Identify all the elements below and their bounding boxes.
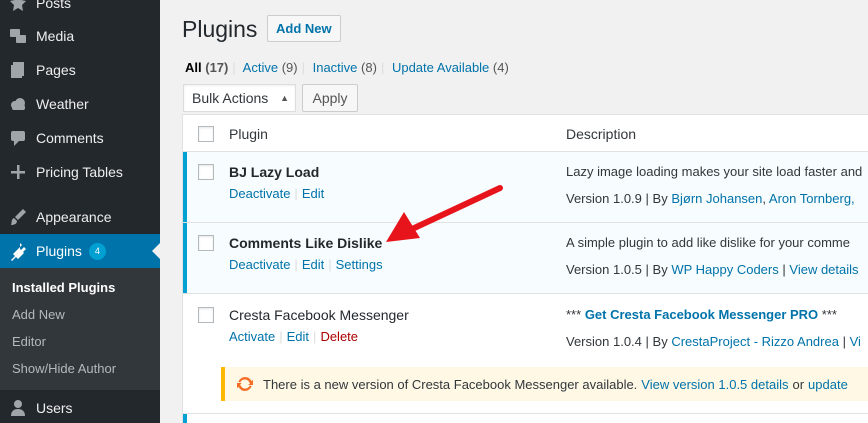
pin-icon: [0, 0, 36, 13]
filter-inactive[interactable]: Inactive (8): [313, 60, 377, 75]
activate-link[interactable]: Activate: [229, 329, 275, 344]
settings-link[interactable]: Settings: [336, 257, 383, 272]
sidebar-item-plugins[interactable]: Plugins 4: [0, 234, 160, 268]
user-icon: [0, 398, 36, 418]
get-pro-link[interactable]: Get Cresta Facebook Messenger PRO: [585, 307, 818, 322]
filter-all[interactable]: All (17): [185, 60, 228, 75]
plugin-meta: Version 1.0.5 | By WP Happy Coders | Vie…: [566, 262, 859, 277]
media-icon: [0, 26, 36, 46]
sidebar-item-weather[interactable]: Weather: [0, 87, 160, 121]
sidebar-item-pricing-tables[interactable]: Pricing Tables: [0, 155, 160, 189]
submenu-installed-plugins[interactable]: Installed Plugins: [12, 280, 115, 295]
author-link[interactable]: Bjørn Johansen: [671, 191, 762, 206]
submenu-editor[interactable]: Editor: [12, 334, 46, 349]
table-row: Comments Like Dislike Deactivate | Edit | Se…: [183, 223, 868, 293]
sidebar-item-users[interactable]: Users: [0, 391, 160, 423]
submenu-add-new[interactable]: Add New: [12, 307, 65, 322]
plugins-table: Plugin Description BJ Lazy Load Deactiva…: [182, 114, 868, 423]
add-new-button[interactable]: Add New: [267, 15, 341, 42]
sidebar-item-comments[interactable]: Comments: [0, 121, 160, 155]
deactivate-link[interactable]: Deactivate: [229, 257, 290, 272]
plugin-description: Lazy image loading makes your site load …: [566, 164, 863, 179]
plugin-description: A simple plugin to add like dislike for …: [566, 235, 850, 250]
filter-active[interactable]: Active (9): [243, 60, 298, 75]
author-link[interactable]: Aron Tornberg,: [769, 191, 855, 206]
apply-button[interactable]: Apply: [302, 84, 358, 112]
plugin-meta: Version 1.0.9 | By Bjørn Johansen, Aron …: [566, 191, 855, 206]
edit-link[interactable]: Edit: [302, 257, 324, 272]
update-notice: There is a new version of Cresta Faceboo…: [221, 367, 868, 401]
comment-icon: [0, 128, 36, 148]
pages-icon: [0, 60, 36, 80]
update-now-link[interactable]: update: [808, 377, 848, 392]
row-checkbox[interactable]: [198, 164, 214, 180]
author-link[interactable]: CrestaProject - Rizzo Andrea: [671, 334, 839, 349]
sidebar-item-appearance[interactable]: Appearance: [0, 200, 160, 234]
submenu-show-hide-author[interactable]: Show/Hide Author: [12, 361, 116, 376]
sidebar-item-pages[interactable]: Pages: [0, 53, 160, 87]
update-count-badge: 4: [88, 242, 106, 260]
column-header-plugin[interactable]: Plugin: [229, 126, 268, 142]
plugin-status-filters: All (17) | Active (9) | Inactive (8) | Upda…: [185, 60, 509, 75]
deactivate-link[interactable]: Deactivate: [229, 186, 290, 201]
plugin-name: Comments Like Dislike: [229, 235, 383, 251]
brush-icon: [0, 207, 36, 227]
plugin-name: Cresta Facebook Messenger: [229, 307, 409, 323]
plugin-meta: Version 1.0.4 | By CrestaProject - Rizzo…: [566, 334, 861, 349]
view-version-details-link[interactable]: View version 1.0.5 details: [641, 377, 788, 392]
bulk-actions-select[interactable]: Bulk Actions ▲▼: [183, 84, 296, 129]
page-title: Plugins: [182, 16, 258, 42]
filter-update-available[interactable]: Update Available (4): [392, 60, 509, 75]
author-link[interactable]: WP Happy Coders: [671, 262, 778, 277]
delete-link[interactable]: Delete: [320, 329, 358, 344]
select-all-checkbox[interactable]: [198, 126, 214, 142]
row-checkbox[interactable]: [198, 307, 214, 323]
plugin-description: *** Get Cresta Facebook Messenger PRO **…: [566, 307, 837, 322]
annotation-arrow-icon: [386, 185, 503, 242]
row-actions: Deactivate | Edit | Settings: [229, 257, 383, 272]
plugin-name: BJ Lazy Load: [229, 164, 320, 180]
column-header-description: Description: [566, 126, 637, 142]
row-checkbox[interactable]: [198, 235, 214, 251]
plugins-submenu: Installed Plugins Add New Editor Show/Hi…: [0, 268, 160, 390]
update-icon: [237, 377, 253, 391]
edit-link[interactable]: Edit: [302, 186, 324, 201]
row-actions: Deactivate | Edit: [229, 186, 325, 201]
plug-icon: [0, 241, 36, 261]
table-row: BJ Lazy Load Deactivate | Edit Lazy image …: [183, 152, 868, 222]
table-row: [183, 413, 868, 423]
row-actions: Activate | Edit | Delete: [229, 329, 359, 344]
view-details-link[interactable]: View details: [789, 262, 858, 277]
admin-sidebar: Posts Media Pages Weather Comments Prici…: [0, 0, 160, 423]
sidebar-item-media[interactable]: Media: [0, 19, 160, 53]
edit-link[interactable]: Edit: [287, 329, 309, 344]
cloud-icon: [0, 94, 36, 114]
plus-icon: [0, 162, 36, 182]
sidebar-item-posts[interactable]: Posts: [0, 0, 160, 20]
view-details-link[interactable]: Vi: [850, 334, 861, 349]
